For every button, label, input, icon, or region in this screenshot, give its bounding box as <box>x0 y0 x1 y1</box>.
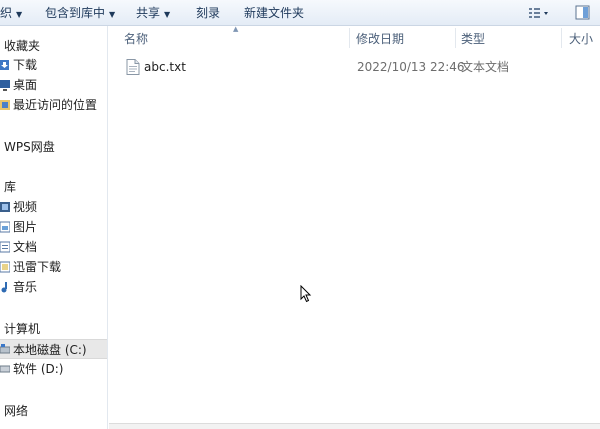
nav-libraries[interactable]: 库 <box>0 177 107 197</box>
file-row[interactable]: abc.txt 2022/10/13 22:46 文本文档 <box>109 57 600 77</box>
column-divider[interactable] <box>561 28 562 48</box>
nav-item-software-d[interactable]: 软件 (D:) <box>0 359 107 379</box>
hard-drive-icon <box>0 365 10 373</box>
column-header-modified[interactable]: 修改日期 <box>356 31 404 47</box>
nav-network-label: 网络 <box>4 404 29 418</box>
nav-libraries-label: 库 <box>4 180 17 194</box>
file-modified-date: 2022/10/13 22:46 <box>357 60 465 74</box>
nav-item-local-disk-c[interactable]: 本地磁盘 (C:) <box>0 339 107 359</box>
nav-item-label: 桌面 <box>13 78 38 92</box>
file-list[interactable]: ▲ 名称 修改日期 类型 大小 abc.txt 2022/10/13 22:46… <box>109 25 600 429</box>
nav-network[interactable]: 网络 <box>0 401 107 421</box>
column-divider[interactable] <box>349 28 350 48</box>
new-folder-label: 新建文件夹 <box>244 6 305 20</box>
nav-item-label: 本地磁盘 (C:) <box>13 343 87 357</box>
desktop-icon <box>0 80 10 91</box>
new-folder-button[interactable]: 新建文件夹 <box>244 4 304 22</box>
nav-favorites[interactable]: 收藏夹 <box>0 36 107 56</box>
column-divider[interactable] <box>455 28 456 48</box>
nav-item-label: 图片 <box>13 220 38 234</box>
hard-drive-icon <box>0 344 10 354</box>
library-folder-icon <box>0 261 10 273</box>
nav-item-downloads[interactable]: 下载 <box>0 55 107 75</box>
nav-item-label: 视频 <box>13 200 38 214</box>
document-library-icon <box>0 241 10 253</box>
navigation-pane: 收藏夹 下载 桌面 最近访问的位置 WPS网盘 库 视频 图片 文档 迅雷下载 … <box>0 26 108 429</box>
column-header-type[interactable]: 类型 <box>461 31 485 47</box>
include-in-library-button[interactable]: 包含到库中 ▼ <box>45 4 115 22</box>
nav-item-recent-places[interactable]: 最近访问的位置 <box>0 95 107 115</box>
sort-ascending-icon: ▲ <box>233 25 239 33</box>
column-header-name[interactable]: 名称 <box>124 31 148 47</box>
nav-item-label: 文档 <box>13 240 38 254</box>
horizontal-scrollbar[interactable] <box>109 423 600 429</box>
preview-pane-button[interactable] <box>574 4 592 22</box>
nav-wps-label: WPS网盘 <box>4 140 55 154</box>
nav-computer[interactable]: 计算机 <box>0 319 107 339</box>
organize-label: 织 <box>0 6 13 20</box>
video-library-icon <box>0 202 10 212</box>
column-header-size[interactable]: 大小 <box>569 31 593 47</box>
chevron-down-icon: ▼ <box>109 10 116 19</box>
music-library-icon <box>1 282 7 293</box>
nav-item-label: 音乐 <box>13 280 38 294</box>
recent-places-icon <box>0 100 10 110</box>
nav-item-xunlei-downloads[interactable]: 迅雷下载 <box>0 257 107 277</box>
nav-item-label: 下载 <box>13 58 38 72</box>
chevron-down-icon: ▼ <box>164 10 171 19</box>
nav-computer-label: 计算机 <box>4 322 41 336</box>
nav-favorites-label: 收藏夹 <box>4 39 41 53</box>
nav-item-label: 最近访问的位置 <box>13 98 98 112</box>
organize-button[interactable]: 织 ▼ <box>0 4 22 22</box>
burn-button[interactable]: 刻录 <box>196 4 220 22</box>
file-name: abc.txt <box>144 60 186 74</box>
nav-item-label: 软件 (D:) <box>13 362 64 376</box>
nav-item-desktop[interactable]: 桌面 <box>0 75 107 95</box>
preview-pane-icon <box>575 5 590 20</box>
mouse-pointer-icon <box>300 285 312 303</box>
nav-item-music[interactable]: 音乐 <box>0 277 107 297</box>
nav-item-videos[interactable]: 视频 <box>0 197 107 217</box>
share-button[interactable]: 共享 ▼ <box>136 4 170 22</box>
burn-label: 刻录 <box>196 6 221 20</box>
download-folder-icon <box>0 60 9 70</box>
command-bar: 织 ▼ 包含到库中 ▼ 共享 ▼ 刻录 新建文件夹 <box>0 0 600 26</box>
nav-item-pictures[interactable]: 图片 <box>0 217 107 237</box>
change-view-button[interactable] <box>527 4 551 22</box>
text-file-icon <box>126 59 140 75</box>
nav-item-documents[interactable]: 文档 <box>0 237 107 257</box>
nav-item-label: 迅雷下载 <box>13 260 62 274</box>
view-list-icon <box>529 8 548 18</box>
picture-library-icon <box>0 221 10 233</box>
chevron-down-icon: ▼ <box>16 10 23 19</box>
nav-wps-drive[interactable]: WPS网盘 <box>0 137 107 157</box>
share-label: 共享 <box>136 6 161 20</box>
file-type: 文本文档 <box>461 60 510 74</box>
include-library-label: 包含到库中 <box>45 6 106 20</box>
